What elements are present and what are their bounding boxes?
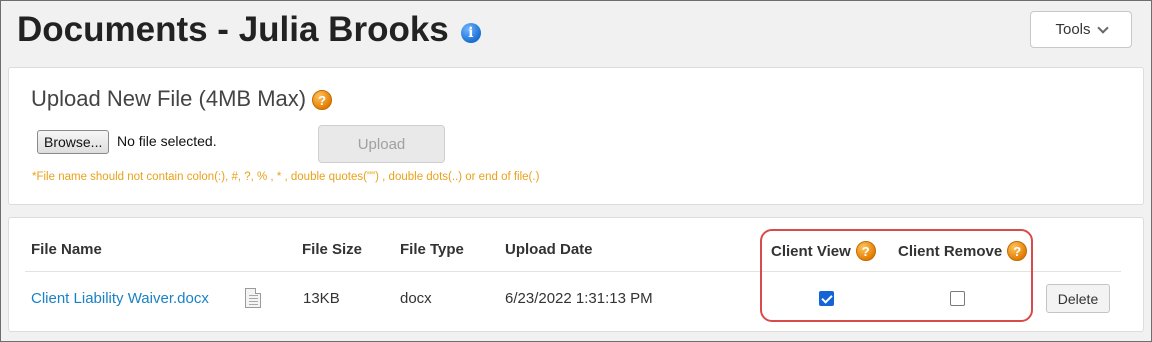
client-remove-checkbox[interactable] [950, 291, 965, 306]
page-title: Documents - Julia Brooks [17, 10, 449, 49]
column-header-file-name: File Name [31, 241, 102, 258]
column-header-client-view: Client View ? [771, 241, 876, 261]
file-status: No file selected. [117, 133, 217, 149]
help-icon[interactable]: ? [855, 241, 876, 261]
filename-hint: *File name should not contain colon(:), … [32, 171, 540, 183]
info-icon[interactable]: i [460, 23, 481, 43]
client-view-checkbox[interactable] [819, 291, 834, 306]
column-header-upload-date: Upload Date [505, 241, 593, 258]
column-header-file-name-label: File Name [31, 241, 102, 258]
help-icon[interactable]: ? [312, 90, 333, 110]
header-divider [25, 271, 1121, 272]
file-size-cell: 13KB [303, 290, 340, 307]
upload-title: Upload New File (4MB Max) [31, 86, 307, 111]
chevron-down-icon [1096, 21, 1109, 34]
upload-button[interactable]: Upload [318, 125, 445, 163]
upload-panel: Upload New File (4MB Max) ? Browse... No… [8, 67, 1144, 205]
column-header-file-type: File Type [400, 241, 464, 258]
files-table: File Name File Size File Type Upload Dat… [8, 217, 1144, 332]
column-header-upload-date-label: Upload Date [505, 241, 593, 258]
document-icon[interactable] [245, 288, 261, 308]
tools-button-label: Tools [1055, 21, 1091, 38]
column-header-file-type-label: File Type [400, 241, 464, 258]
file-type-cell: docx [400, 290, 432, 307]
column-header-file-size-label: File Size [302, 241, 363, 258]
page-title-wrap: Documents - Julia Brooks i [17, 10, 481, 50]
table-row-file-name: Client Liability Waiver.docx [31, 290, 209, 307]
column-header-file-size: File Size [302, 241, 362, 258]
column-header-client-remove-label: Client Remove [898, 242, 1003, 260]
column-header-client-view-label: Client View [771, 242, 851, 260]
tools-button[interactable]: Tools [1030, 11, 1132, 48]
browse-button[interactable]: Browse... [37, 130, 110, 154]
upload-date-cell: 6/23/2022 1:31:13 PM [505, 290, 653, 307]
file-name-link[interactable]: Client Liability Waiver.docx [31, 290, 209, 307]
delete-button[interactable]: Delete [1046, 284, 1110, 313]
help-icon[interactable]: ? [1007, 241, 1028, 261]
upload-heading: Upload New File (4MB Max) ? [31, 86, 333, 112]
column-header-client-remove: Client Remove ? [898, 241, 1028, 261]
